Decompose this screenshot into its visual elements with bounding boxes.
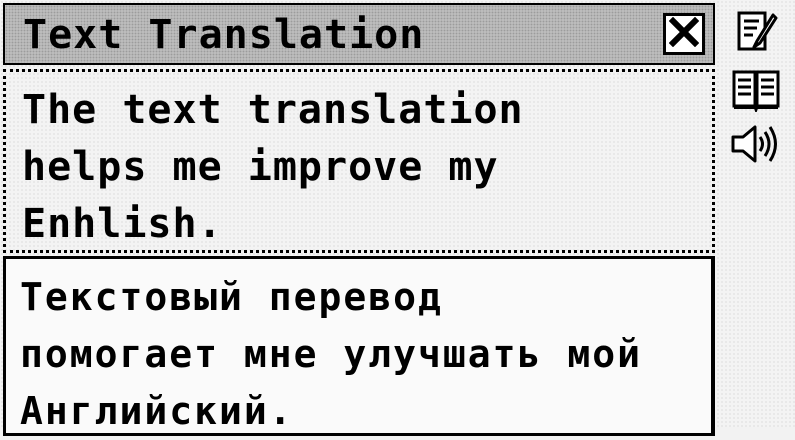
- translation-text-area[interactable]: Текстовый перевод помогает мне улучшать …: [3, 256, 715, 436]
- translation-text: Текстовый перевод помогает мне улучшать …: [20, 275, 642, 433]
- dictionary-button[interactable]: [726, 66, 786, 114]
- pronounce-button[interactable]: [726, 120, 786, 168]
- close-icon: [668, 16, 700, 51]
- translation-window: Text Translation The text translation he…: [3, 3, 715, 436]
- source-text: The text translation helps me improve my…: [22, 87, 524, 247]
- title-bar: Text Translation: [3, 3, 715, 65]
- source-text-area[interactable]: The text translation helps me improve my…: [3, 69, 715, 253]
- window-title: Text Translation: [23, 12, 425, 58]
- book-icon: [731, 68, 781, 112]
- edit-note-icon: [733, 9, 779, 55]
- speaker-icon: [729, 122, 783, 166]
- close-button[interactable]: [663, 13, 705, 55]
- edit-button[interactable]: [726, 8, 786, 56]
